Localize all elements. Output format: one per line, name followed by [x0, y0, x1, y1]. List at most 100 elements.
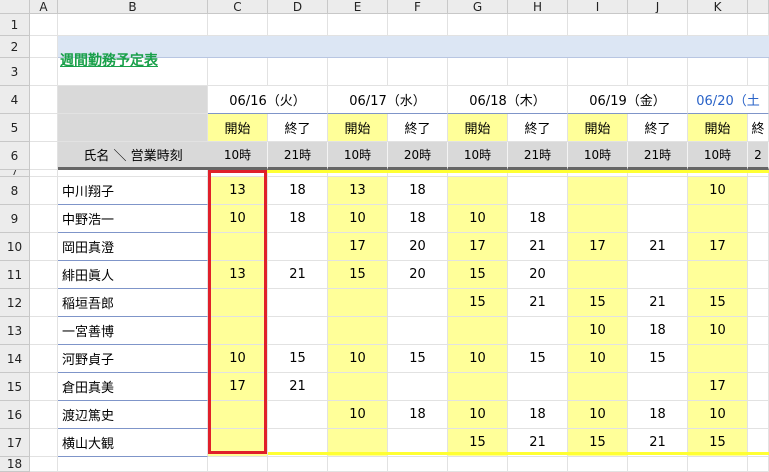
schedule-cell[interactable]: 10 [448, 205, 508, 233]
schedule-cell[interactable]: 21 [268, 373, 328, 401]
schedule-cell[interactable]: 10 [328, 205, 388, 233]
cell[interactable] [388, 457, 448, 472]
cell[interactable] [30, 86, 58, 114]
cell[interactable] [328, 457, 388, 472]
business-hour-4[interactable]: 20時 [388, 142, 448, 170]
row-header-8[interactable]: 8 [0, 177, 30, 205]
schedule-cell[interactable] [688, 345, 748, 373]
cell[interactable] [688, 457, 748, 472]
date-header-5[interactable]: 06/20（土 [688, 86, 769, 114]
column-header-E[interactable]: E [328, 0, 388, 14]
cell[interactable] [388, 14, 448, 36]
cell[interactable] [688, 14, 748, 36]
cell[interactable] [208, 457, 268, 472]
schedule-cell[interactable]: 18 [388, 205, 448, 233]
cell[interactable] [30, 58, 58, 86]
business-hour-8[interactable]: 21時 [628, 142, 688, 170]
cell[interactable] [208, 14, 268, 36]
schedule-cell[interactable]: 10 [328, 401, 388, 429]
cell[interactable] [30, 14, 58, 36]
schedule-cell[interactable] [688, 205, 748, 233]
schedule-cell[interactable] [268, 233, 328, 261]
cell[interactable] [688, 58, 748, 86]
employee-name[interactable]: 中野浩一 [58, 205, 208, 233]
select-all-corner[interactable] [0, 0, 30, 14]
schedule-cell[interactable]: 20 [388, 233, 448, 261]
row-header-2[interactable]: 2 [0, 36, 30, 58]
schedule-cell[interactable] [628, 177, 688, 205]
employee-name[interactable]: 一宮善博 [58, 317, 208, 345]
cell[interactable] [268, 14, 328, 36]
schedule-cell[interactable]: 13 [328, 177, 388, 205]
cell[interactable] [328, 14, 388, 36]
business-hour-7[interactable]: 10時 [568, 142, 628, 170]
end-label-5[interactable]: 終 [748, 114, 769, 142]
column-header-A[interactable]: A [30, 0, 58, 14]
schedule-cell[interactable]: 20 [388, 261, 448, 289]
schedule-cell[interactable] [448, 177, 508, 205]
schedule-cell[interactable]: 17 [688, 233, 748, 261]
schedule-cell[interactable] [628, 205, 688, 233]
schedule-cell[interactable] [628, 261, 688, 289]
schedule-cell[interactable] [508, 177, 568, 205]
cell[interactable] [30, 457, 58, 472]
cell[interactable] [508, 58, 568, 86]
cell[interactable] [30, 261, 58, 289]
cell[interactable] [30, 373, 58, 401]
schedule-cell[interactable]: 18 [508, 401, 568, 429]
schedule-cell[interactable] [388, 373, 448, 401]
schedule-cell[interactable]: 10 [568, 317, 628, 345]
schedule-cell[interactable]: 10 [328, 345, 388, 373]
business-hour-1[interactable]: 10時 [208, 142, 268, 170]
schedule-cell[interactable] [268, 317, 328, 345]
start-label-1[interactable]: 開始 [208, 114, 268, 142]
cell[interactable] [208, 58, 268, 86]
cell[interactable] [568, 14, 628, 36]
schedule-cell[interactable]: 18 [628, 317, 688, 345]
cell[interactable] [328, 58, 388, 86]
schedule-cell[interactable]: 18 [268, 177, 328, 205]
schedule-cell[interactable] [448, 317, 508, 345]
schedule-cell[interactable]: 10 [208, 205, 268, 233]
cell[interactable] [748, 373, 769, 401]
schedule-cell[interactable] [508, 373, 568, 401]
row-header-18[interactable]: 18 [0, 457, 30, 472]
business-hour-2[interactable]: 21時 [268, 142, 328, 170]
row-header-15[interactable]: 15 [0, 373, 30, 401]
column-header-I[interactable]: I [568, 0, 628, 14]
cell[interactable] [628, 14, 688, 36]
employee-name[interactable]: 緋田眞人 [58, 261, 208, 289]
title-band[interactable] [58, 36, 769, 58]
cell[interactable] [748, 261, 769, 289]
employee-name[interactable]: 岡田真澄 [58, 233, 208, 261]
row-header-5[interactable]: 5 [0, 114, 30, 142]
schedule-cell[interactable]: 18 [508, 205, 568, 233]
cell[interactable] [628, 58, 688, 86]
schedule-cell[interactable]: 15 [388, 345, 448, 373]
schedule-cell[interactable] [568, 205, 628, 233]
cell[interactable] [268, 457, 328, 472]
schedule-cell[interactable]: 18 [388, 401, 448, 429]
cell[interactable] [508, 457, 568, 472]
date-header-3[interactable]: 06/18（木） [448, 86, 568, 114]
cell[interactable] [748, 457, 769, 472]
schedule-cell[interactable]: 17 [688, 373, 748, 401]
schedule-cell[interactable]: 17 [448, 233, 508, 261]
schedule-cell[interactable] [688, 261, 748, 289]
schedule-cell[interactable]: 15 [448, 261, 508, 289]
row-header-7[interactable]: 7 [0, 170, 30, 177]
schedule-cell[interactable] [208, 233, 268, 261]
schedule-cell[interactable]: 18 [268, 205, 328, 233]
employee-name[interactable]: 中川翔子 [58, 177, 208, 205]
schedule-cell[interactable]: 21 [628, 289, 688, 317]
schedule-cell[interactable]: 13 [208, 177, 268, 205]
schedule-cell[interactable]: 21 [628, 233, 688, 261]
schedule-cell[interactable]: 15 [328, 261, 388, 289]
row-header-10[interactable]: 10 [0, 233, 30, 261]
end-label-3[interactable]: 終了 [508, 114, 568, 142]
schedule-cell[interactable]: 21 [508, 289, 568, 317]
schedule-cell[interactable]: 10 [688, 317, 748, 345]
cell[interactable] [30, 429, 58, 457]
schedule-cell[interactable]: 17 [568, 233, 628, 261]
schedule-cell[interactable] [268, 401, 328, 429]
